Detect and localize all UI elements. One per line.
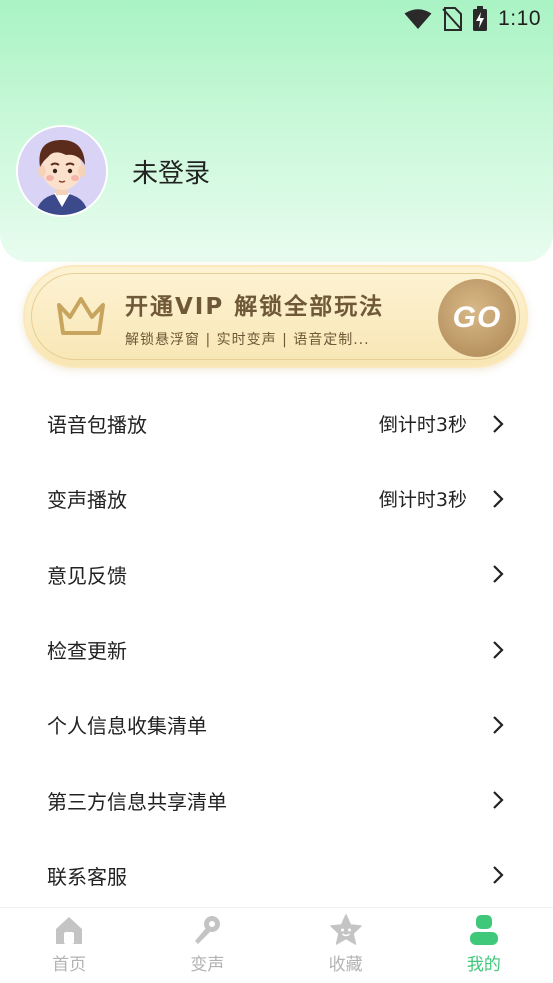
tab-home[interactable]: 首页 [0, 908, 138, 983]
menu-item-check-update[interactable]: 检查更新 [0, 612, 553, 687]
status-bar: 1:10 [0, 0, 553, 38]
settings-menu: 语音包播放 倒计时3秒 变声播放 倒计时3秒 意见反馈 检查更新 个人信息收集清… [0, 386, 553, 913]
tab-label: 我的 [466, 955, 501, 975]
battery-charging-icon [473, 6, 488, 31]
tab-label: 变声 [190, 955, 225, 975]
status-time: 1:10 [498, 7, 541, 30]
user-icon [469, 915, 498, 945]
no-sim-icon [442, 7, 463, 31]
menu-item-voice-pack-playback[interactable]: 语音包播放 倒计时3秒 [0, 386, 553, 461]
avatar[interactable] [16, 125, 108, 217]
tab-label: 收藏 [328, 955, 363, 975]
chevron-right-icon [493, 565, 504, 584]
tab-voice-change[interactable]: 变声 [138, 908, 276, 983]
menu-item-label: 变声播放 [47, 488, 127, 513]
chevron-right-icon [493, 414, 504, 433]
menu-item-label: 检查更新 [47, 639, 127, 664]
bottom-tab-bar: 首页 变声 收藏 我的 [0, 907, 553, 983]
menu-item-value: 倒计时3秒 [378, 414, 467, 437]
tab-label: 首页 [52, 955, 87, 975]
chevron-right-icon [493, 791, 504, 809]
menu-item-value: 倒计时3秒 [378, 489, 467, 512]
menu-item-feedback[interactable]: 意见反馈 [0, 537, 553, 612]
menu-item-label: 意见反馈 [47, 563, 127, 588]
vip-go-button[interactable]: GO [438, 279, 516, 357]
wifi-icon [404, 9, 432, 29]
chevron-right-icon [493, 716, 504, 734]
microphone-icon [195, 916, 221, 944]
menu-item-third-party-sharing-list[interactable]: 第三方信息共享清单 [0, 762, 553, 837]
crown-icon [57, 297, 105, 335]
menu-item-label: 联系客服 [47, 864, 127, 889]
avatar-illustration [18, 127, 106, 215]
chevron-right-icon [493, 640, 504, 659]
star-icon [329, 914, 362, 945]
username-label[interactable]: 未登录 [132, 153, 210, 190]
menu-item-label: 个人信息收集清单 [47, 714, 207, 739]
vip-subtitle: 解锁悬浮窗 | 实时变声 | 语音定制... [125, 332, 370, 348]
home-icon [56, 917, 83, 944]
vip-title: 开通VIP 解锁全部玩法 [125, 294, 385, 320]
tab-favorites[interactable]: 收藏 [277, 908, 415, 983]
menu-item-voice-change-playback[interactable]: 变声播放 倒计时3秒 [0, 461, 553, 536]
menu-item-label: 第三方信息共享清单 [47, 789, 227, 814]
menu-item-personal-info-list[interactable]: 个人信息收集清单 [0, 687, 553, 762]
chevron-right-icon [493, 490, 504, 508]
profile-section[interactable]: 未登录 [16, 125, 210, 217]
menu-item-contact-support[interactable]: 联系客服 [0, 838, 553, 913]
menu-item-label: 语音包播放 [47, 413, 147, 438]
chevron-right-icon [493, 866, 504, 885]
vip-banner[interactable]: 开通VIP 解锁全部玩法 解锁悬浮窗 | 实时变声 | 语音定制... GO [23, 265, 528, 368]
tab-mine[interactable]: 我的 [415, 908, 553, 983]
